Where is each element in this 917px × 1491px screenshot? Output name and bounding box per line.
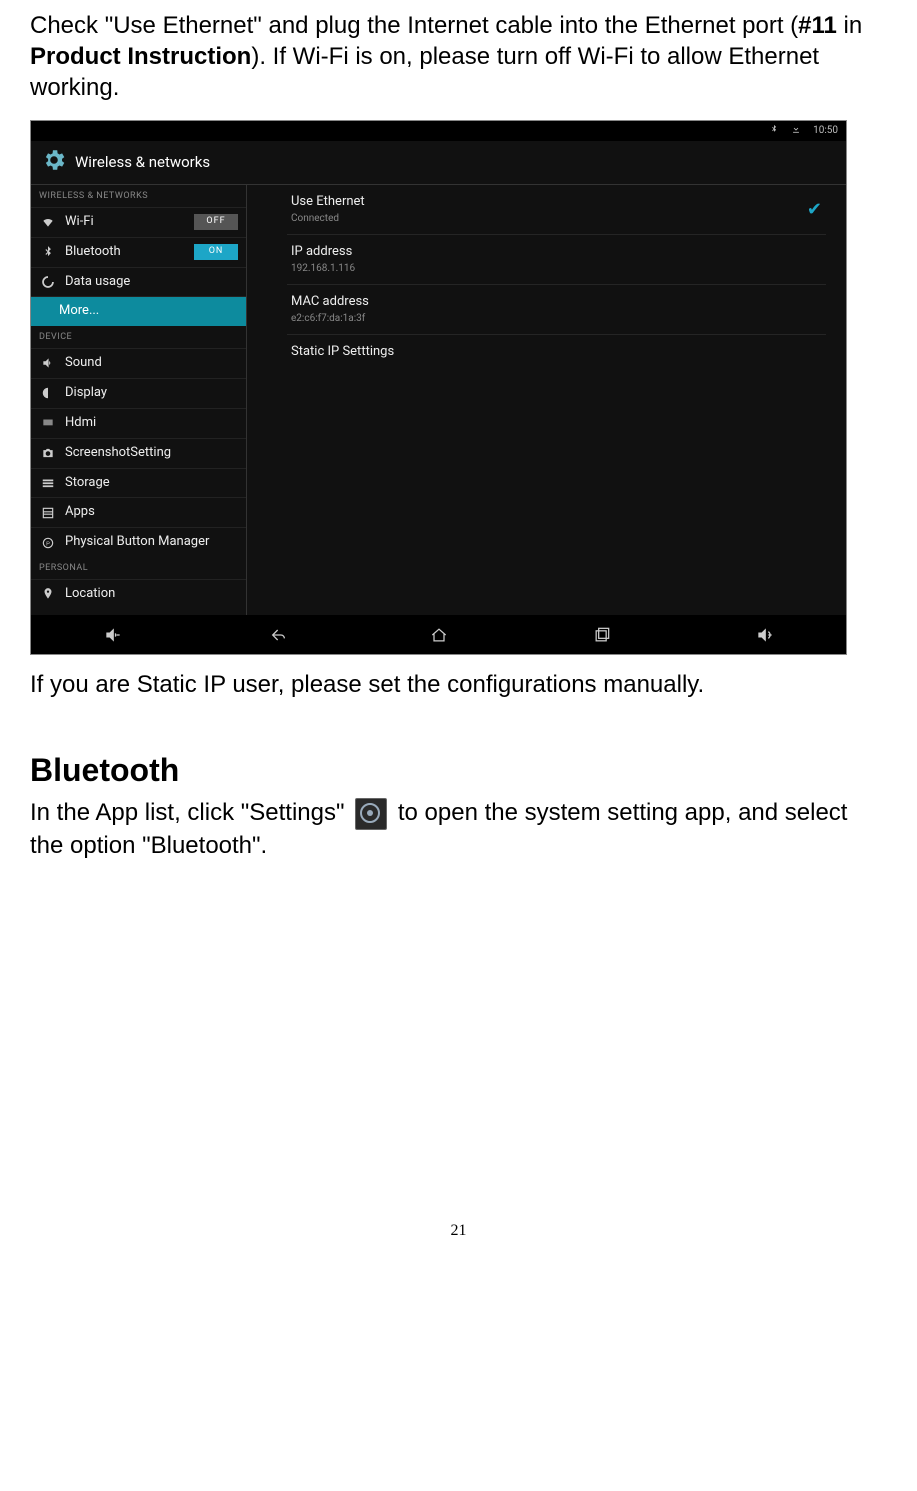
display-icon <box>39 386 57 400</box>
sidebar-item-label: Sound <box>65 355 102 372</box>
sidebar-item-label: Display <box>65 385 107 402</box>
ref-section: Product Instruction <box>30 43 251 70</box>
wifi-toggle[interactable]: OFF <box>194 214 238 230</box>
ethernet-content-pane: Use Ethernet Connected ✔ IP address 192.… <box>247 185 846 615</box>
camera-icon <box>39 446 57 460</box>
sidebar-item-label: ScreenshotSetting <box>65 445 171 462</box>
paragraph-bluetooth: In the App list, click "Settings" to ope… <box>30 797 887 861</box>
settings-title: Wireless & networks <box>75 153 210 173</box>
sidebar-item-label: More... <box>59 303 99 320</box>
paragraph-static-ip: If you are Static IP user, please set th… <box>30 669 887 700</box>
location-icon <box>39 587 57 601</box>
sidebar-item-apps[interactable]: Apps <box>31 497 246 527</box>
sidebar-item-storage[interactable]: Storage <box>31 468 246 498</box>
home-icon[interactable] <box>428 624 450 646</box>
bluetooth-status-icon <box>769 124 779 138</box>
sidebar-item-bluetooth[interactable]: Bluetooth ON <box>31 237 246 267</box>
row-mac-address: MAC address e2:c6:f7:da:1a:3f <box>287 285 826 335</box>
volume-down-icon[interactable] <box>102 624 124 646</box>
heading-bluetooth: Bluetooth <box>30 750 887 792</box>
section-wireless-label: WIRELESS & NETWORKS <box>31 185 246 207</box>
bluetooth-toggle[interactable]: ON <box>194 244 238 260</box>
wifi-icon <box>39 215 57 229</box>
row-use-ethernet[interactable]: Use Ethernet Connected ✔ <box>287 185 826 235</box>
sidebar-item-location[interactable]: Location <box>31 579 246 609</box>
svg-text:P: P <box>46 541 50 547</box>
row-secondary: Connected <box>291 212 807 225</box>
sidebar-item-screenshot-setting[interactable]: ScreenshotSetting <box>31 438 246 468</box>
sidebar-item-label: Storage <box>65 475 110 492</box>
text: In the App list, click "Settings" <box>30 799 351 826</box>
text: Check "Use Ethernet" and plug the Intern… <box>30 12 798 39</box>
status-time: 10:50 <box>813 124 838 137</box>
checkbox-checked-icon[interactable]: ✔ <box>807 198 822 221</box>
ref-number: #11 <box>798 12 837 39</box>
storage-icon <box>39 476 57 490</box>
settings-title-bar: Wireless & networks <box>31 141 846 186</box>
settings-screenshot: 10:50 Wireless & networks WIRELESS & NET… <box>30 120 847 656</box>
sidebar-item-sound[interactable]: Sound <box>31 348 246 378</box>
sidebar-item-physical-button[interactable]: P Physical Button Manager <box>31 527 246 557</box>
section-device-label: DEVICE <box>31 326 246 348</box>
sidebar-item-label: Physical Button Manager <box>65 534 209 551</box>
row-primary: Static IP Setttings <box>291 344 822 361</box>
apps-icon <box>39 506 57 520</box>
sidebar-item-label: Location <box>65 586 115 603</box>
sidebar-item-label: Bluetooth <box>65 244 121 261</box>
android-nav-bar <box>31 615 846 654</box>
row-ip-address: IP address 192.168.1.116 <box>287 235 826 285</box>
row-primary: MAC address <box>291 294 822 311</box>
physical-button-icon: P <box>39 536 57 550</box>
row-primary: Use Ethernet <box>291 194 807 211</box>
text: in <box>837 12 862 39</box>
volume-up-icon[interactable] <box>754 624 776 646</box>
back-icon[interactable] <box>265 624 287 646</box>
download-status-icon <box>791 124 801 138</box>
sidebar-item-label: Data usage <box>65 274 130 291</box>
sidebar-item-label: Wi-Fi <box>65 214 94 231</box>
sidebar-item-wifi[interactable]: Wi-Fi OFF <box>31 207 246 237</box>
sidebar-item-display[interactable]: Display <box>31 378 246 408</box>
sidebar-item-more[interactable]: More... <box>31 296 246 326</box>
section-personal-label: PERSONAL <box>31 557 246 579</box>
settings-app-icon <box>355 798 387 830</box>
page-number: 21 <box>30 1221 887 1242</box>
sidebar-item-label: Hdmi <box>65 415 96 432</box>
row-primary: IP address <box>291 244 822 261</box>
data-usage-icon <box>39 275 57 289</box>
bluetooth-icon <box>39 245 57 259</box>
row-secondary: 192.168.1.116 <box>291 262 822 275</box>
status-bar: 10:50 <box>31 121 846 141</box>
sound-icon <box>39 356 57 370</box>
settings-gear-icon <box>41 147 67 179</box>
paragraph-ethernet: Check "Use Ethernet" and plug the Intern… <box>30 10 887 104</box>
sidebar-item-data-usage[interactable]: Data usage <box>31 267 246 297</box>
sidebar-item-label: Apps <box>65 504 95 521</box>
row-static-ip[interactable]: Static IP Setttings <box>287 335 826 370</box>
hdmi-icon <box>39 416 57 430</box>
sidebar-item-hdmi[interactable]: Hdmi <box>31 408 246 438</box>
settings-sidebar: WIRELESS & NETWORKS Wi-Fi OFF Bluetooth … <box>31 185 247 615</box>
row-secondary: e2:c6:f7:da:1a:3f <box>291 312 822 325</box>
recent-apps-icon[interactable] <box>591 624 613 646</box>
